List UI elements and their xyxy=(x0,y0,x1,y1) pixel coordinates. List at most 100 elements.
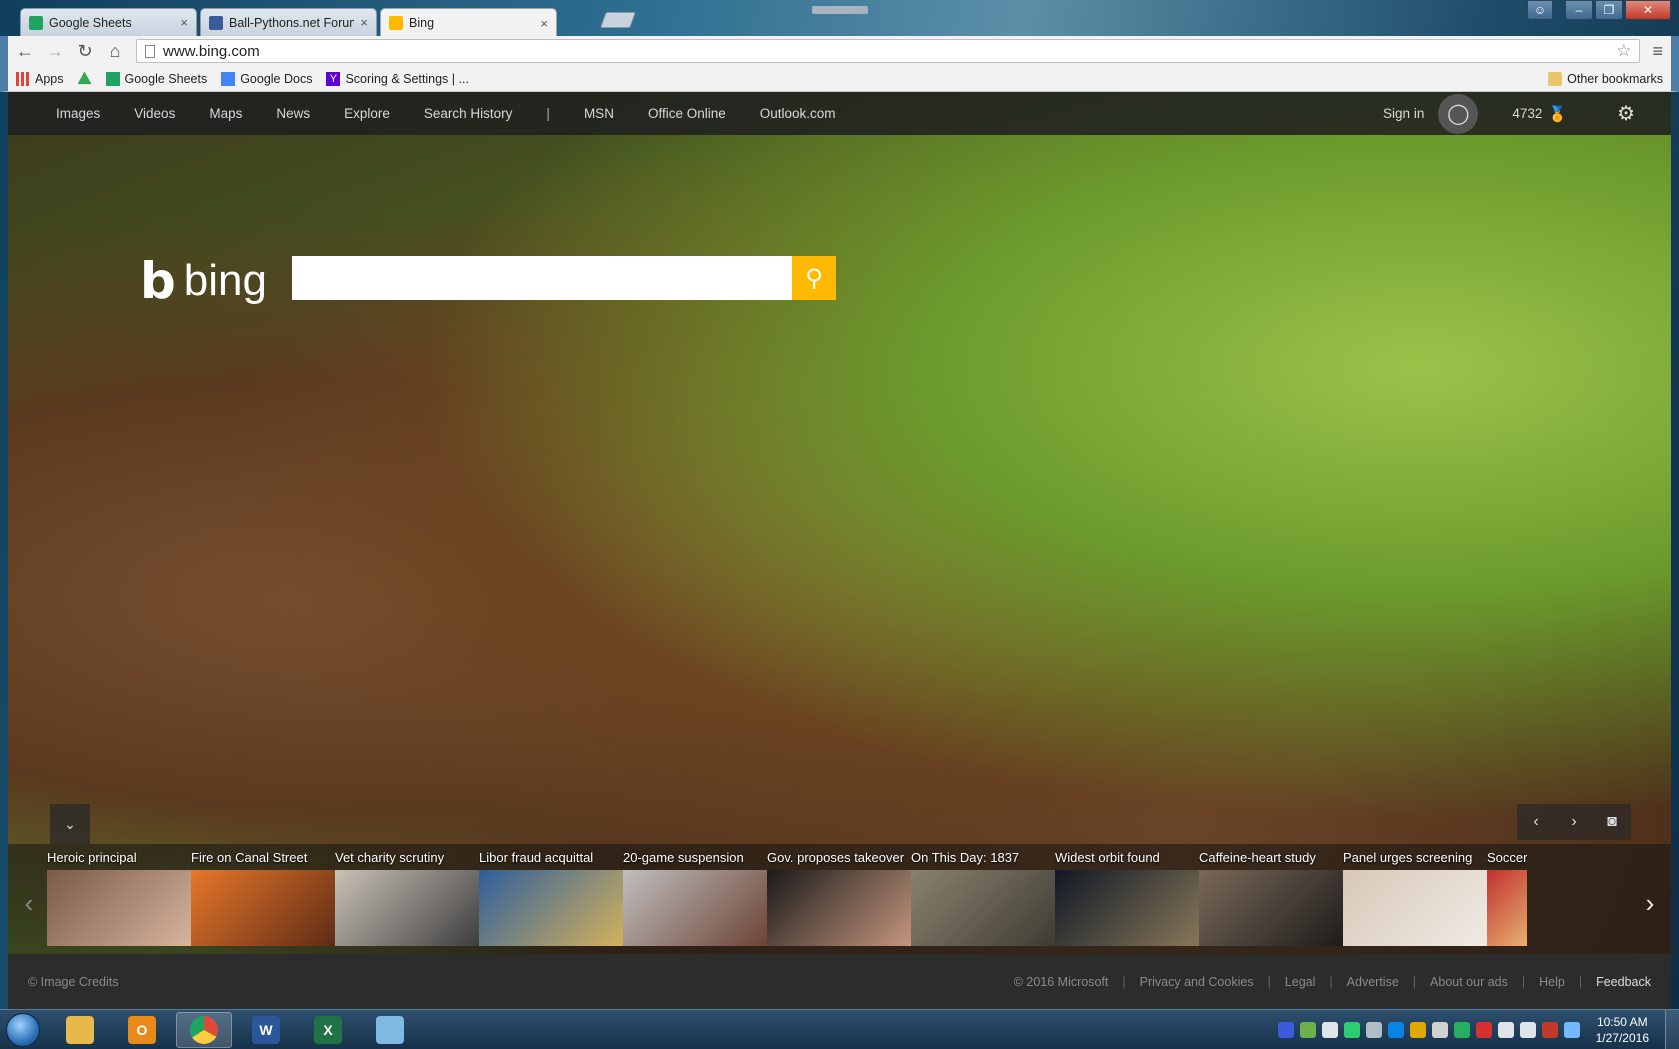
bookmark-star-icon[interactable]: ☆ xyxy=(1616,41,1631,61)
bookmark-google-docs[interactable]: Google Docs xyxy=(221,71,312,86)
nav-divider: | xyxy=(546,106,550,121)
show-desktop-button[interactable] xyxy=(1665,1010,1679,1049)
camera-icon[interactable]: ◙ xyxy=(1593,804,1631,840)
gear-icon[interactable]: ⚙ xyxy=(1617,101,1635,126)
address-text[interactable]: www.bing.com xyxy=(163,43,1608,60)
carousel-next-button[interactable]: › xyxy=(1635,878,1665,928)
close-tab-icon[interactable]: × xyxy=(180,15,188,30)
carousel-tile[interactable]: Soccer xyxy=(1487,848,1527,946)
carousel-tile[interactable]: On This Day: 1837 xyxy=(911,848,1061,946)
nav-maps[interactable]: Maps xyxy=(209,106,242,121)
carousel-tile[interactable]: Panel urges screening xyxy=(1343,848,1493,946)
carousel-tile[interactable]: Fire on Canal Street xyxy=(191,848,341,946)
footer-link[interactable]: About our ads xyxy=(1430,975,1508,989)
chevron-down-icon: ⌄ xyxy=(64,815,76,832)
close-window-button[interactable]: ✕ xyxy=(1625,0,1671,20)
forward-button[interactable]: → xyxy=(46,41,64,62)
start-button[interactable] xyxy=(0,1010,46,1049)
next-image-button[interactable]: › xyxy=(1555,804,1593,840)
nav-news[interactable]: News xyxy=(276,106,310,121)
bookmark-apps[interactable]: Apps xyxy=(16,71,64,86)
taskbar-app[interactable]: W xyxy=(238,1012,294,1048)
expand-button[interactable]: ⌄ xyxy=(50,804,90,844)
carousel-prev-button[interactable]: ‹ xyxy=(14,878,44,928)
footer-link[interactable]: Advertise xyxy=(1347,975,1399,989)
profile-icon[interactable]: ☺ xyxy=(1527,0,1553,20)
bookmark-google-sheets[interactable]: Google Sheets xyxy=(105,71,207,86)
footer-separator: | xyxy=(1267,974,1271,989)
bookmark-other[interactable]: Other bookmarks xyxy=(1548,71,1663,86)
nav-links: Images Videos Maps News Explore Search H… xyxy=(56,106,836,121)
tray-icon[interactable] xyxy=(1343,1021,1360,1038)
carousel-tile[interactable]: Gov. proposes takeover xyxy=(767,848,917,946)
footer-link[interactable]: Help xyxy=(1539,975,1565,989)
carousel-caption: Widest orbit found xyxy=(1055,850,1160,865)
tray-icon[interactable] xyxy=(1541,1021,1558,1038)
footer-link[interactable]: Privacy and Cookies xyxy=(1140,975,1254,989)
carousel-thumbnail xyxy=(1199,870,1349,946)
news-carousel: ‹ › Heroic principal Fire on Canal Street… xyxy=(8,844,1671,954)
minimize-button[interactable]: – xyxy=(1565,0,1593,20)
rewards-count: 4732 xyxy=(1512,106,1543,121)
nav-search-history[interactable]: Search History xyxy=(424,106,513,121)
nav-explore[interactable]: Explore xyxy=(344,106,390,121)
search-input[interactable] xyxy=(292,256,792,300)
carousel-thumbnail xyxy=(335,870,485,946)
taskbar-app[interactable]: O xyxy=(114,1012,170,1048)
clock[interactable]: 10:50 AM 1/27/2016 xyxy=(1596,1014,1649,1046)
taskbar-app[interactable] xyxy=(52,1012,108,1048)
image-credits-link[interactable]: © Image Credits xyxy=(28,975,119,989)
reload-button[interactable]: ↻ xyxy=(76,41,94,62)
nav-office-online[interactable]: Office Online xyxy=(648,106,726,121)
nav-outlook[interactable]: Outlook.com xyxy=(760,106,836,121)
tray-icon[interactable] xyxy=(1475,1021,1492,1038)
carousel-thumbnail xyxy=(191,870,341,946)
sign-in-link[interactable]: Sign in xyxy=(1383,106,1424,121)
taskbar-app[interactable] xyxy=(362,1012,418,1048)
back-button[interactable]: ← xyxy=(16,41,34,62)
tray-icon[interactable] xyxy=(1497,1021,1514,1038)
feedback-link[interactable]: Feedback xyxy=(1596,975,1651,989)
close-tab-icon[interactable]: × xyxy=(360,15,368,30)
carousel-tile[interactable]: Caffeine-heart study xyxy=(1199,848,1349,946)
new-tab-button[interactable] xyxy=(600,12,636,28)
carousel-tile[interactable]: Vet charity scrutiny xyxy=(335,848,485,946)
carousel-tile[interactable]: Libor fraud acquittal xyxy=(479,848,629,946)
tray-icon[interactable] xyxy=(1299,1021,1316,1038)
taskbar-app[interactable]: X xyxy=(300,1012,356,1048)
bookmark-scoring-settings[interactable]: Y Scoring & Settings | ... xyxy=(326,71,469,86)
address-bar[interactable]: www.bing.com ☆ xyxy=(136,39,1641,63)
tray-icon[interactable] xyxy=(1365,1021,1382,1038)
nav-images[interactable]: Images xyxy=(56,106,100,121)
tray-icon[interactable] xyxy=(1409,1021,1426,1038)
tab-ball-pythons[interactable]: Ball-Pythons.net Forums × xyxy=(200,8,377,36)
carousel-tile[interactable]: Heroic principal xyxy=(47,848,197,946)
chrome-menu-icon[interactable]: ≡ xyxy=(1652,41,1663,62)
carousel-tile[interactable]: 20-game suspension xyxy=(623,848,773,946)
maximize-button[interactable]: ❐ xyxy=(1595,0,1623,20)
search-button[interactable]: ⚲ xyxy=(792,256,836,300)
tray-icon[interactable] xyxy=(1563,1021,1580,1038)
footer-link[interactable]: © 2016 Microsoft xyxy=(1014,975,1109,989)
tray-icon[interactable] xyxy=(1431,1021,1448,1038)
carousel-tile[interactable]: Widest orbit found xyxy=(1055,848,1205,946)
carousel-caption: Libor fraud acquittal xyxy=(479,850,594,865)
tray-icon[interactable] xyxy=(1321,1021,1338,1038)
tray-icon[interactable] xyxy=(1519,1021,1536,1038)
tray-icon[interactable] xyxy=(1453,1021,1470,1038)
close-tab-icon[interactable]: × xyxy=(540,16,548,31)
excel-icon: X xyxy=(314,1015,342,1044)
tray-icon[interactable] xyxy=(1387,1021,1404,1038)
bookmark-drive[interactable] xyxy=(77,71,92,86)
tab-bing[interactable]: Bing × xyxy=(380,8,557,37)
nav-msn[interactable]: MSN xyxy=(584,106,614,121)
tab-google-sheets[interactable]: Google Sheets × xyxy=(20,8,197,36)
rewards-counter[interactable]: 4732 🏅 xyxy=(1512,105,1567,123)
taskbar-app[interactable] xyxy=(176,1011,232,1048)
home-button[interactable]: ⌂ xyxy=(106,41,124,62)
avatar-icon[interactable]: ◯ xyxy=(1438,93,1479,134)
tray-icon[interactable] xyxy=(1277,1021,1294,1038)
footer-link[interactable]: Legal xyxy=(1285,975,1316,989)
nav-videos[interactable]: Videos xyxy=(134,106,175,121)
previous-image-button[interactable]: ‹ xyxy=(1517,804,1555,840)
